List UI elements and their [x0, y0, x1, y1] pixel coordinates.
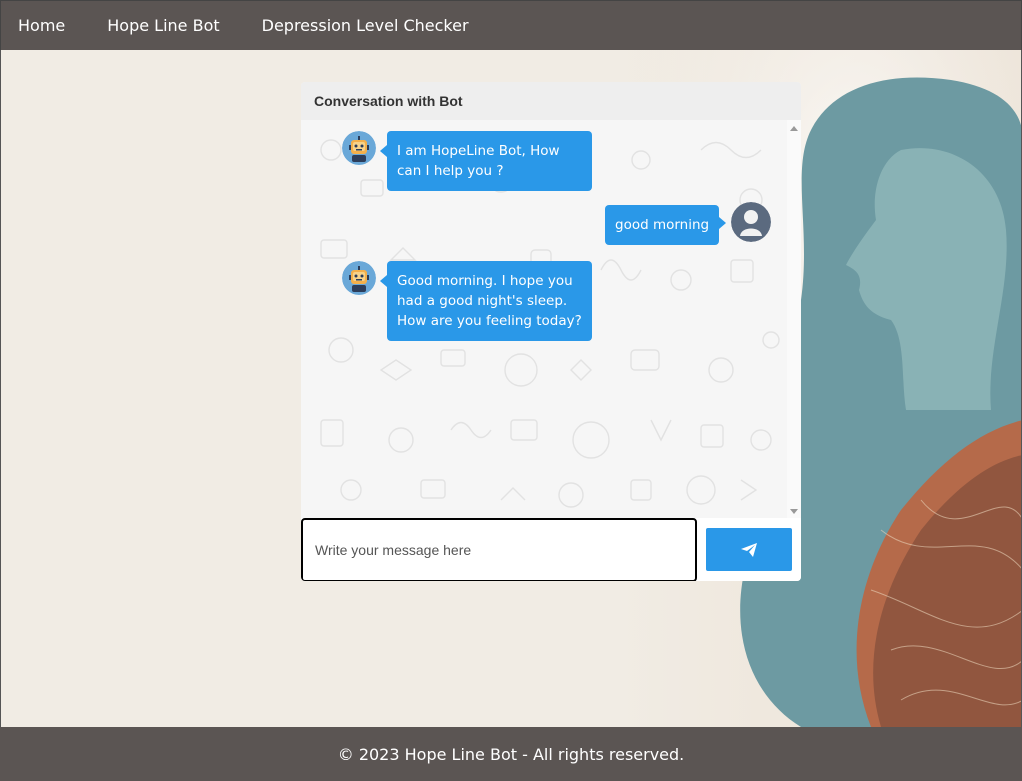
bot-message-bubble: I am HopeLine Bot, How can I help you ? — [380, 131, 592, 191]
nav-link-hope-line-bot[interactable]: Hope Line Bot — [90, 16, 240, 35]
message-input[interactable] — [301, 518, 697, 581]
send-button[interactable] — [706, 528, 792, 571]
nav-link-depression-level-checker[interactable]: Depression Level Checker — [245, 16, 490, 35]
chat-window: Conversation with Bot I am HopeLine Bot,… — [301, 82, 801, 581]
user-avatar-icon — [731, 202, 772, 242]
top-navigation: Home Hope Line Bot Depression Level Chec… — [0, 0, 1022, 50]
user-message: good morning — [605, 202, 772, 245]
scroll-up-arrow-icon[interactable] — [790, 126, 798, 131]
bot-message: Good morning. I hope you had a good nigh… — [342, 261, 592, 341]
nav-link-home[interactable]: Home — [1, 16, 86, 35]
paper-plane-icon — [741, 542, 757, 557]
chat-scrollbar[interactable] — [787, 120, 801, 518]
bot-message: I am HopeLine Bot, How can I help you ? — [342, 131, 592, 191]
bot-message-bubble: Good morning. I hope you had a good nigh… — [380, 261, 592, 341]
page-footer: © 2023 Hope Line Bot - All rights reserv… — [0, 727, 1022, 781]
chat-header: Conversation with Bot — [301, 82, 801, 120]
hero-background: Conversation with Bot I am HopeLine Bot,… — [0, 50, 1022, 727]
bot-avatar-icon — [342, 131, 376, 165]
chat-messages-area[interactable]: I am HopeLine Bot, How can I help you ? … — [301, 120, 787, 518]
chat-header-title: Conversation with Bot — [314, 93, 463, 109]
footer-copyright: © 2023 Hope Line Bot - All rights reserv… — [337, 744, 685, 764]
scroll-down-arrow-icon[interactable] — [790, 509, 798, 514]
user-message-bubble: good morning — [605, 205, 727, 245]
bot-avatar-icon — [342, 261, 376, 295]
chat-input-area — [301, 518, 801, 581]
